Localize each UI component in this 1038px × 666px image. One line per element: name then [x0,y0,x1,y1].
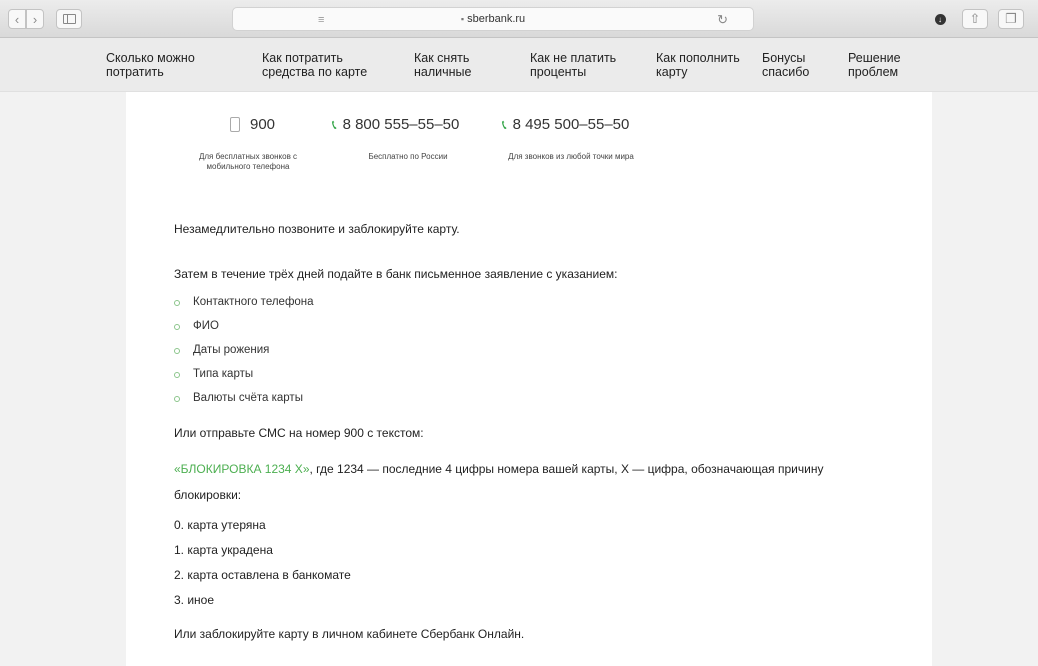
sms-code: «БЛОКИРОВКА 1234 X» [174,462,310,476]
bullet-dot [174,300,180,306]
paragraph: Или отправьте СМС на номер 900 с текстом… [174,426,424,440]
phone-8495[interactable]: 📞︎ 8 495 500–55–50 [502,116,629,133]
sidebar-button[interactable] [56,9,82,29]
main-content: 900 📞︎ 8 800 555–55–50 📞︎ 8 495 500–55–5… [126,92,932,666]
sms-paragraph: «БЛОКИРОВКА 1234 X», где 1234 — последни… [174,462,823,476]
phone-number: 8 495 500–55–50 [512,116,630,133]
lock-icon: ▪ [460,14,465,24]
chevron-right-icon: › [32,11,38,27]
phone-caption: Бесплатно по России [368,152,448,161]
back-button[interactable]: ‹ [8,9,26,29]
bullet-dot [174,324,180,330]
forward-button[interactable]: › [26,9,44,29]
paragraph: Или заблокируйте карту в личном кабинете… [174,627,525,641]
nav-item-spend-limit[interactable]: Сколько можно потратить [106,51,195,79]
reload-icon[interactable]: ↻ [717,12,728,28]
nav-item-how-to-spend[interactable]: Как потратить средства по карте [262,51,367,79]
bullet-dot [174,348,180,354]
sms-text-continued: блокировки: [174,488,242,502]
share-icon: ⇧ [969,11,981,26]
paragraph: Незамедлительно позвоните и заблокируйте… [174,222,460,236]
list-item: 1. карта украдена [174,543,273,557]
phone-caption: Для бесплатных звонков с мобильного теле… [198,152,298,171]
nav-item-top-up[interactable]: Как пополнить карту [656,51,740,79]
download-button[interactable]: ↓ [930,9,950,29]
phone-caption: Для звонков из любой точки мира [508,152,634,161]
sms-text: , где 1234 — последние 4 цифры номера ва… [309,462,824,476]
browser-toolbar: ‹ › ≡ ▪ sberbank.ru ↻ ↓ ⇧ ❐ [0,0,1038,38]
address-bar[interactable]: ≡ ▪ sberbank.ru ↻ [232,7,754,31]
phone-900[interactable]: 900 [230,116,275,133]
top-navigation: Сколько можно потратить Как потратить ср… [0,38,1038,92]
phone-number: 8 800 555–55–50 [342,116,460,133]
nav-item-problems[interactable]: Решение проблем [848,51,901,79]
paragraph: Затем в течение трёх дней подайте в банк… [174,267,618,281]
bullet-dot [174,396,180,402]
phone-icon: 📞︎ [502,116,507,132]
nav-item-no-interest[interactable]: Как не платить проценты [530,51,616,79]
sidebar-icon [62,14,76,24]
share-button[interactable]: ⇧ [962,9,988,29]
tabs-icon: ❐ [1005,11,1017,26]
chevron-left-icon: ‹ [14,11,20,27]
list-item: 3. иное [174,593,215,607]
phone-number: 900 [250,116,276,133]
list-item: 0. карта утеряна [174,518,266,532]
phone-icon: 📞︎ [332,116,337,132]
nav-item-bonuses[interactable]: Бонусы спасибо [762,51,809,79]
url-text: sberbank.ru [467,13,526,25]
bullet-dot [174,372,180,378]
nav-item-cash-withdrawal[interactable]: Как снять наличные [414,51,471,79]
phone-8800[interactable]: 📞︎ 8 800 555–55–50 [332,116,459,133]
mobile-phone-icon [230,117,240,132]
download-icon: ↓ [934,13,946,25]
tabs-button[interactable]: ❐ [998,9,1024,29]
list-item: 2. карта оставлена в банкомате [174,568,351,582]
